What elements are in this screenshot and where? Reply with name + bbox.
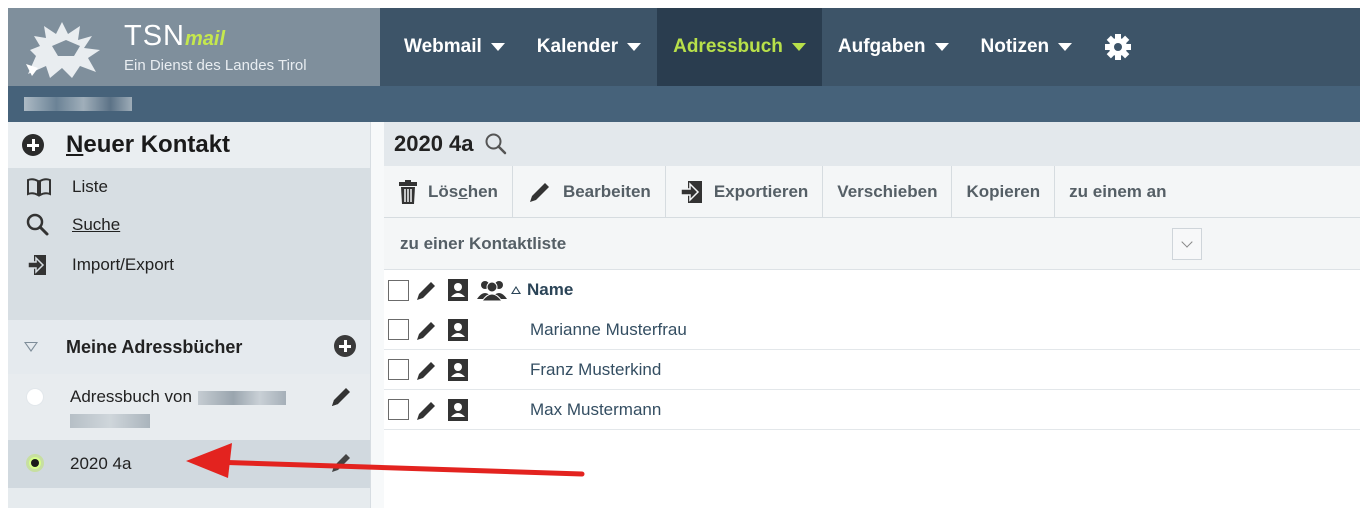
sidebar-item-import-export[interactable]: Import/Export [8,246,370,284]
contact-card-icon[interactable] [447,278,469,302]
table-row[interactable]: Marianne Musterfrau [384,310,1360,350]
user-name-redacted[interactable] [24,97,132,111]
user-bar [8,86,1360,122]
addressbook-title-bar: 2020 4a [384,122,1360,166]
gear-icon [1105,34,1132,60]
nav-notizen[interactable]: Notizen [965,8,1089,86]
addressbook-label: Adressbuch von [70,387,192,406]
page-title: 2020 4a [394,131,474,156]
contact-card-icon [448,318,468,341]
contact-name[interactable]: Marianne Musterfrau [530,320,687,340]
nav-aufgaben[interactable]: Aufgaben [822,8,965,86]
sidebar-item-suche[interactable]: Suche [8,206,370,244]
logo-subtitle: Ein Dienst des Landes Tirol [124,57,307,74]
table-row[interactable]: Max Mustermann [384,390,1360,430]
table-row[interactable]: Franz Musterkind [384,350,1360,390]
sidebar-footer [8,488,370,508]
move-button[interactable]: Verschieben [823,166,953,218]
pencil-icon[interactable] [415,318,439,342]
sort-ascending-icon[interactable] [511,286,521,294]
contactlist-select[interactable]: zu einer Kontaktliste [384,218,1204,269]
row-checkbox[interactable] [388,399,409,420]
group-icon[interactable] [477,279,507,301]
contact-name[interactable]: Franz Musterkind [530,360,661,380]
nav-adressbuch[interactable]: Adressbuch [657,8,822,86]
contact-card-icon [448,358,468,381]
contact-card-icon [448,398,468,421]
top-header: TSNmail Ein Dienst des Landes Tirol Webm… [8,8,1360,86]
add-addressbook-icon[interactable] [334,335,356,357]
addressbook-item-selected[interactable]: 2020 4a [8,440,370,488]
pencil-icon[interactable] [328,450,354,476]
pencil-icon[interactable] [415,398,439,422]
caret-down-icon [791,43,806,51]
pencil-icon[interactable] [328,384,354,410]
nav-kalender[interactable]: Kalender [521,8,657,86]
my-addressbooks-header[interactable]: Meine Adressbücher [8,320,370,374]
contact-name[interactable]: Max Mustermann [530,400,661,420]
sidebar-menu: Liste Suche Import/Export [8,168,370,320]
caret-down-icon [490,43,505,51]
add-to-button[interactable]: zu einem an [1055,166,1180,218]
search-icon[interactable] [484,132,508,156]
sidebar: Neuer Kontakt Liste Suche Import/Export [8,122,370,508]
app-window: TSNmail Ein Dienst des Landes Tirol Webm… [0,0,1360,508]
main-panel: 2020 4a Löschen Bearbeiten Exportieren V… [384,122,1360,508]
caret-down-icon [934,43,949,51]
edit-button[interactable]: Bearbeiten [513,166,666,218]
logo-title: TSNmail [124,20,226,52]
contact-list-header: Name [384,270,1360,310]
pencil-icon[interactable] [415,358,439,382]
import-export-icon [26,253,54,277]
collapse-triangle-icon[interactable] [24,342,38,352]
sidebar-item-liste[interactable]: Liste [8,168,370,206]
plus-circle-icon [22,134,44,156]
search-icon [26,213,54,237]
pencil-icon [529,183,549,202]
book-icon [26,175,54,199]
select-all-checkbox[interactable] [388,279,409,301]
row-checkbox[interactable] [388,319,409,340]
top-navigation: Webmail Kalender Adressbuch Aufgaben Not… [388,8,1148,86]
toolbar: Löschen Bearbeiten Exportieren Verschieb… [384,166,1360,218]
eagle-logo-icon [26,22,100,78]
radio-selected-icon[interactable] [26,454,44,472]
nav-webmail[interactable]: Webmail [388,8,521,86]
pencil-icon[interactable] [415,278,439,302]
column-name-header[interactable]: Name [527,280,573,300]
delete-button[interactable]: Löschen [384,166,513,218]
caret-down-icon [627,43,642,51]
logo: TSNmail Ein Dienst des Landes Tirol [8,8,380,86]
trash-icon [399,180,417,204]
export-icon [680,181,702,203]
settings-button[interactable] [1088,8,1148,86]
addressbook-label: 2020 4a [70,454,132,473]
contactlist-select-row: zu einer Kontaktliste [384,218,1360,270]
new-contact-label: Neuer Kontakt [66,131,231,158]
radio-icon[interactable] [26,388,44,406]
chevron-down-icon[interactable] [1172,228,1202,260]
addressbook-item[interactable]: Adressbuch von [8,374,370,440]
redacted-owner-name [70,414,150,428]
caret-down-icon [1058,43,1073,51]
redacted-owner-name [197,390,286,405]
panel-splitter[interactable] [370,122,384,508]
export-button[interactable]: Exportieren [666,166,824,218]
row-checkbox[interactable] [388,359,409,380]
new-contact-button[interactable]: Neuer Kontakt [8,122,370,168]
copy-button[interactable]: Kopieren [952,166,1056,218]
